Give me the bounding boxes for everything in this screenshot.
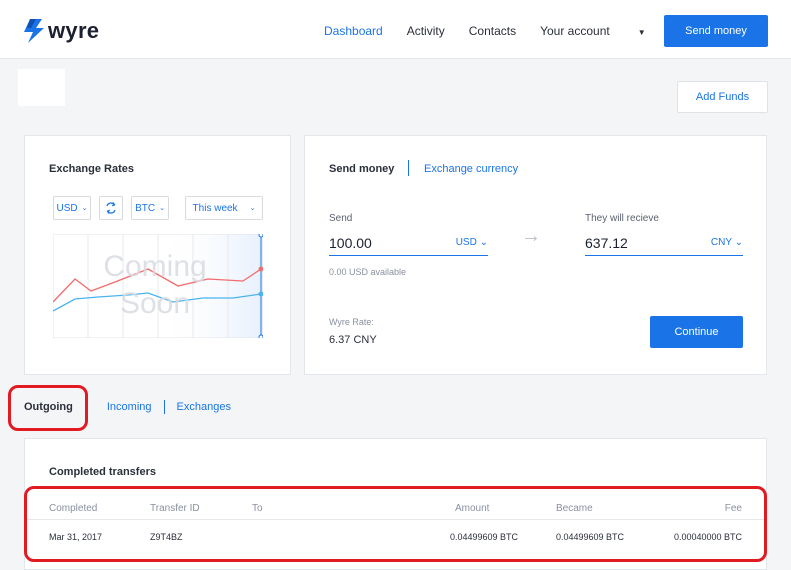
exchange-rates-title: Exchange Rates [49, 163, 134, 175]
wyre-logo[interactable]: wyre [24, 18, 99, 44]
add-funds-button[interactable]: Add Funds [677, 81, 768, 113]
exchange-rates-card: Exchange Rates USD ⌄ BTC ⌄ This week ⌄ C… [24, 135, 291, 375]
coming-soon-overlay: Coming Soon [75, 248, 235, 322]
tab-exchanges[interactable]: Exchanges [177, 401, 231, 413]
outgoing-highlight-annotation [8, 385, 88, 431]
swap-icon [106, 202, 116, 214]
send-currency-value: USD [455, 237, 477, 248]
cursor-top-handle [258, 234, 263, 238]
tab-divider [408, 160, 409, 176]
period-value: This week [192, 202, 238, 214]
nav-contacts[interactable]: Contacts [469, 24, 516, 38]
wyre-rate-value: 6.37 CNY [329, 334, 377, 346]
completed-transfers-title: Completed transfers [49, 466, 156, 478]
chevron-down-icon: ⌄ [734, 237, 743, 248]
to-currency-value: BTC [135, 202, 156, 214]
send-amount-field[interactable]: 100.00 USD ⌄ [329, 230, 488, 256]
continue-button[interactable]: Continue [650, 316, 743, 348]
coming-soon-line2: Soon [119, 287, 191, 320]
tab-exchange-currency[interactable]: Exchange currency [424, 163, 518, 175]
send-label: Send [329, 213, 353, 224]
chevron-down-icon: ⌄ [81, 205, 88, 212]
top-header: wyre Dashboard Activity Contacts Your ac… [0, 0, 791, 59]
chevron-down-icon: ⌄ [249, 205, 256, 212]
receive-amount-input[interactable]: 637.12 [585, 235, 628, 251]
caret-down-icon: ▼ [637, 28, 646, 37]
main-nav: Dashboard Activity Contacts Your account… [324, 24, 694, 38]
send-amount-input[interactable]: 100.00 [329, 235, 372, 251]
nav-your-account-label: Your account [540, 24, 610, 38]
chevron-down-icon: ⌄ [159, 205, 165, 212]
nav-activity[interactable]: Activity [407, 24, 445, 38]
chevron-down-icon: ⌄ [479, 237, 488, 248]
wyre-rate-label: Wyre Rate: [329, 317, 374, 327]
from-currency-select[interactable]: USD ⌄ [53, 196, 91, 220]
account-placeholder [18, 69, 65, 106]
from-currency-value: USD [56, 202, 78, 214]
arrow-right-icon: → [521, 225, 541, 247]
send-currency-select[interactable]: USD ⌄ [456, 237, 488, 248]
period-select[interactable]: This week ⌄ [185, 196, 263, 220]
send-money-button[interactable]: Send money [664, 15, 768, 47]
tab-divider [163, 400, 165, 414]
receive-currency-select[interactable]: CNY ⌄ [711, 237, 743, 248]
receive-label: They will recieve [585, 213, 659, 224]
transfers-table-highlight-annotation [24, 486, 767, 562]
wyre-bolt-icon [24, 19, 44, 43]
tab-incoming[interactable]: Incoming [107, 401, 152, 413]
available-balance: 0.00 USD available [329, 267, 407, 277]
receive-amount-field[interactable]: 637.12 CNY ⌄ [585, 230, 743, 256]
swap-currencies-button[interactable] [99, 196, 123, 220]
coming-soon-line1: Coming [103, 250, 207, 283]
brand-name: wyre [48, 18, 100, 43]
receive-currency-value: CNY [710, 237, 732, 248]
nav-dashboard[interactable]: Dashboard [324, 24, 383, 38]
tab-send-money[interactable]: Send money [329, 163, 394, 175]
cursor-bottom-handle [258, 334, 263, 338]
to-currency-select[interactable]: BTC ⌄ [131, 196, 169, 220]
nav-your-account[interactable]: Your account ▼ [540, 24, 670, 38]
send-money-card: Send money Exchange currency Send 100.00… [304, 135, 767, 375]
